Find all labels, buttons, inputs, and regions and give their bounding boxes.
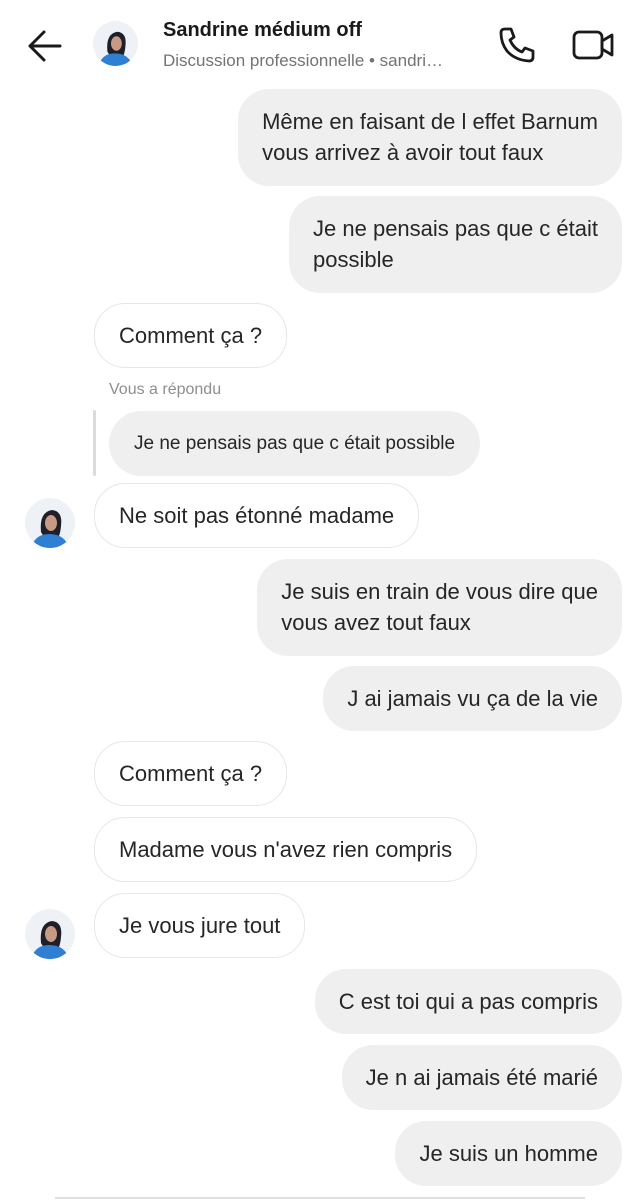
message-bubble-received[interactable]: Comment ça ? xyxy=(94,303,288,368)
message-text: C est toi qui a pas compris xyxy=(338,989,598,1014)
message-bubble-received[interactable]: Je vous jure tout xyxy=(94,893,306,958)
message-bubble-sent[interactable]: J ai jamais vu ça de la vie xyxy=(323,666,622,731)
contact-name[interactable]: Sandrine médium off xyxy=(163,19,362,42)
arrow-left-icon[interactable] xyxy=(22,26,66,66)
chat-header: Sandrine médium off Discussion professio… xyxy=(0,0,644,90)
contact-avatar[interactable] xyxy=(93,21,138,66)
message-text: Comment ça ? xyxy=(119,761,263,786)
message-bubble-sent[interactable]: Même en faisant de l effet Barnum vous a… xyxy=(238,89,622,186)
phone-icon[interactable] xyxy=(496,24,538,66)
video-camera-icon[interactable] xyxy=(570,24,616,66)
message-line: vous arrivez à avoir tout faux xyxy=(262,140,544,165)
message-bubble-sent[interactable]: Je ne pensais pas que c était possible xyxy=(289,196,622,293)
reply-label: Vous a répondu xyxy=(109,381,222,398)
message-text: Madame vous n'avez rien compris xyxy=(119,837,453,862)
message-text: Je suis un homme xyxy=(419,1141,598,1166)
message-text: Comment ça ? xyxy=(119,323,263,348)
message-bubble-sent[interactable]: Je n ai jamais été marié xyxy=(341,1045,622,1110)
message-line: Je suis en train de vous dire que xyxy=(281,579,598,604)
reply-quote[interactable]: Je ne pensais pas que c était possible xyxy=(109,411,481,476)
contact-subtitle: Discussion professionnelle • sandri… xyxy=(163,51,443,70)
message-text: J ai jamais vu ça de la vie xyxy=(347,686,598,711)
message-line: Même en faisant de l effet Barnum xyxy=(262,109,598,134)
message-bubble-received[interactable]: Madame vous n'avez rien compris xyxy=(94,817,478,882)
message-text: Ne soit pas étonné madame xyxy=(119,503,395,528)
message-bubble-received[interactable]: Comment ça ? xyxy=(94,741,288,806)
message-line: possible xyxy=(313,247,394,272)
message-bubble-sent[interactable]: Je suis un homme xyxy=(395,1121,622,1186)
message-bubble-received[interactable]: Ne soit pas étonné madame xyxy=(94,483,420,548)
contact-avatar[interactable] xyxy=(25,498,75,548)
contact-avatar[interactable] xyxy=(25,909,75,959)
message-text: Je n ai jamais été marié xyxy=(365,1065,598,1090)
message-line: vous avez tout faux xyxy=(281,610,471,635)
message-bubble-sent[interactable]: C est toi qui a pas compris xyxy=(314,969,622,1034)
reply-indicator xyxy=(93,410,96,476)
message-text: Je vous jure tout xyxy=(119,913,281,938)
message-line: Je ne pensais pas que c était xyxy=(313,216,598,241)
divider xyxy=(55,1197,585,1199)
message-bubble-sent[interactable]: Je suis en train de vous dire que vous a… xyxy=(257,559,622,656)
